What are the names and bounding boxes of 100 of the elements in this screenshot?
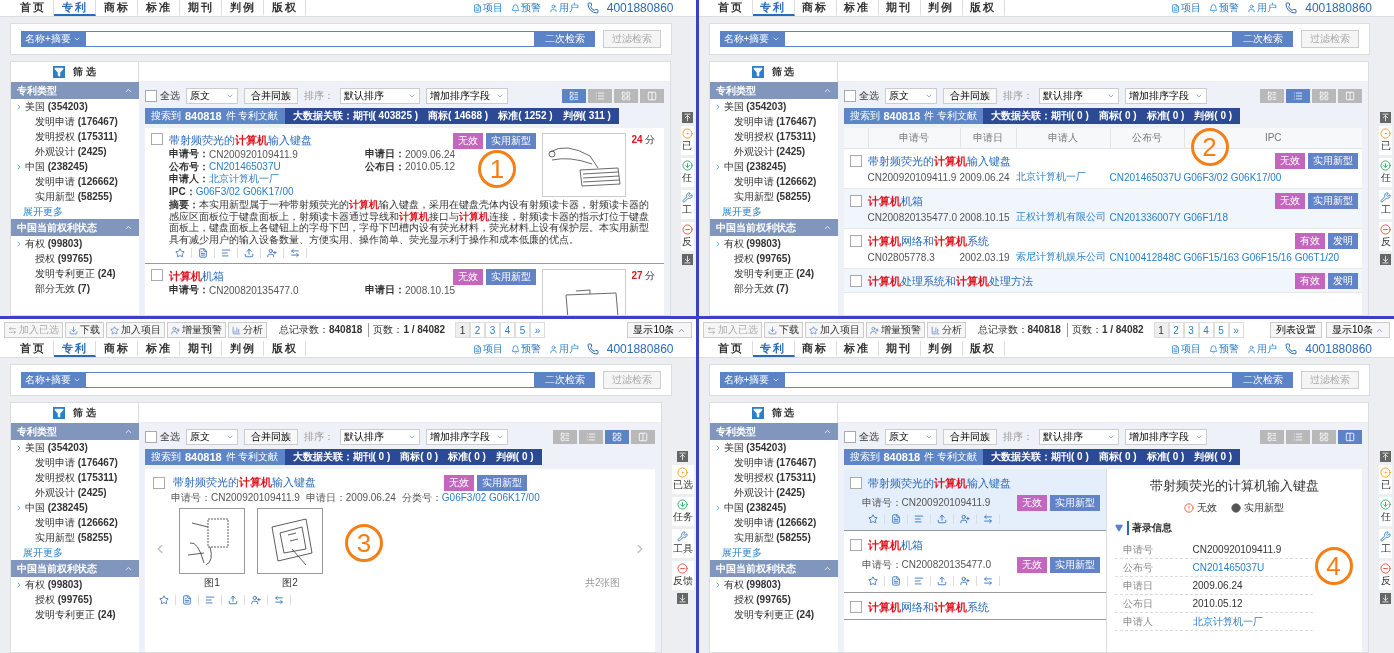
- sort-select[interactable]: 默认排序: [1038, 429, 1119, 445]
- side-tab[interactable]: 工: [1379, 529, 1392, 558]
- settings-button[interactable]: 列表设置: [1269, 322, 1322, 338]
- filter-item[interactable]: 有权 (99803): [25, 577, 83, 592]
- table-link[interactable]: 正权计算机有限公司: [1015, 210, 1106, 224]
- side-tab[interactable]: 任: [680, 158, 694, 187]
- filter-item[interactable]: 实用新型 (58255): [733, 530, 811, 545]
- checkbox[interactable]: [843, 431, 856, 443]
- document-icon[interactable]: [182, 595, 192, 605]
- bottom-icon[interactable]: [1381, 594, 1390, 603]
- more-link[interactable]: 展开更多: [11, 204, 139, 219]
- table-link[interactable]: CN100412848C: [1109, 251, 1182, 263]
- filter-item[interactable]: 实用新型 (58255): [35, 530, 113, 545]
- table-link[interactable]: G06F15/163 G06F15/16 G06T1/20: [1183, 251, 1340, 263]
- filter-item[interactable]: 美国 (354203): [723, 440, 787, 455]
- filter-item[interactable]: 部分无效 (7): [35, 281, 90, 296]
- person-icon[interactable]: [251, 595, 261, 605]
- page-button[interactable]: 4: [500, 322, 516, 338]
- person-icon[interactable]: [959, 576, 970, 586]
- view-toggle[interactable]: [1260, 89, 1284, 103]
- merge-button[interactable]: 合并同族: [942, 88, 997, 104]
- add-sort-select[interactable]: 增加排序字段: [1124, 429, 1207, 445]
- filter-item[interactable]: 授权 (99765): [733, 592, 791, 607]
- side-tab[interactable]: 任务: [671, 497, 694, 526]
- star-icon[interactable]: [867, 576, 878, 586]
- toolbar-button[interactable]: 增量预警: [865, 322, 925, 338]
- filter-item[interactable]: 外观设计 (2425): [35, 485, 107, 500]
- filter-item[interactable]: 发明申请 (176467): [35, 455, 118, 470]
- source-select[interactable]: 原文: [884, 429, 937, 445]
- related-link[interactable]: 商标( 0 ): [1098, 450, 1137, 464]
- star-icon[interactable]: [867, 514, 878, 524]
- toolbar-button[interactable]: 分析: [228, 322, 267, 338]
- nav-link[interactable]: 用户: [1247, 1, 1278, 15]
- checkbox[interactable]: [153, 476, 165, 489]
- filter-item[interactable]: 发明申请 (176467): [733, 455, 817, 470]
- bottom-icon[interactable]: [682, 255, 692, 264]
- checkbox[interactable]: [849, 195, 862, 207]
- field-select[interactable]: 名称+摘要: [719, 31, 784, 47]
- nav-link[interactable]: 预警: [1209, 1, 1240, 15]
- result-title[interactable]: 计算机机箱: [169, 269, 224, 284]
- collapse-icon[interactable]: [1114, 524, 1123, 532]
- nav-tab[interactable]: 专利: [54, 341, 96, 357]
- side-tab[interactable]: 工: [680, 190, 694, 219]
- result-title[interactable]: 计算机处理系统和计算机处理方法: [867, 273, 1033, 289]
- filter-item[interactable]: 发明授权 (175311): [35, 129, 118, 144]
- related-link[interactable]: 商标( 0 ): [1098, 109, 1137, 123]
- checkbox[interactable]: [849, 539, 862, 551]
- filter-item[interactable]: 发明专利更正 (24): [733, 266, 815, 281]
- nav-link[interactable]: 项目: [1171, 342, 1202, 356]
- view-toggle[interactable]: [1338, 430, 1362, 444]
- nav-tab[interactable]: 专利: [752, 341, 795, 357]
- checkbox[interactable]: [151, 269, 163, 281]
- checkbox[interactable]: [843, 90, 856, 102]
- result-title[interactable]: 带射频荧光的计算机输入键盘: [169, 133, 312, 148]
- swap-icon[interactable]: [290, 248, 300, 258]
- add-sort-select[interactable]: 增加排序字段: [426, 429, 508, 445]
- side-tab[interactable]: 已选: [671, 465, 694, 494]
- add-sort-select[interactable]: 增加排序字段: [1124, 88, 1207, 104]
- related-link[interactable]: 判例( 0 ): [495, 450, 534, 464]
- result-title[interactable]: 计算机机箱: [867, 193, 923, 209]
- list-icon[interactable]: [913, 576, 924, 586]
- result-title[interactable]: 计算机网络和计算机系统: [867, 233, 989, 249]
- bottom-icon[interactable]: [1381, 255, 1390, 264]
- result-item[interactable]: 带射频荧光的计算机输入键盘 申请号：CN200920109411.9 无效 实用新型: [843, 469, 1106, 531]
- filter-item[interactable]: 有权 (99803): [723, 236, 781, 251]
- side-tab[interactable]: 已: [1379, 465, 1392, 494]
- search-field[interactable]: [783, 31, 1233, 47]
- swap-icon[interactable]: [982, 514, 993, 524]
- side-tab[interactable]: 任: [1379, 497, 1392, 526]
- side-tab[interactable]: 反: [1379, 561, 1392, 590]
- nav-link[interactable]: 用户: [1247, 342, 1278, 356]
- page-button[interactable]: 3: [485, 322, 501, 338]
- nav-tab[interactable]: 专利: [752, 0, 795, 16]
- sort-select[interactable]: 默认排序: [340, 88, 420, 104]
- filter-item[interactable]: 有权 (99803): [25, 236, 83, 251]
- related-link[interactable]: 判例( 311 ): [562, 109, 611, 123]
- bottom-icon[interactable]: [678, 594, 687, 603]
- source-select[interactable]: 原文: [186, 429, 238, 445]
- filter-item[interactable]: 有权 (99803): [723, 577, 781, 592]
- related-link[interactable]: 判例( 0 ): [1194, 109, 1233, 123]
- merge-button[interactable]: 合并同族: [942, 429, 997, 445]
- field-link[interactable]: 北京计算机一厂: [209, 172, 279, 187]
- view-toggle[interactable]: [578, 430, 603, 444]
- filter-item[interactable]: 发明申请 (126662): [733, 515, 817, 530]
- filter-item[interactable]: 授权 (99765): [733, 251, 791, 266]
- list-icon[interactable]: [205, 595, 215, 605]
- checkbox[interactable]: [849, 477, 862, 489]
- filter-item[interactable]: 外观设计 (2425): [35, 144, 107, 159]
- filter-item[interactable]: 中国 (238245): [25, 159, 88, 174]
- related-link[interactable]: 标准( 0 ): [1146, 450, 1185, 464]
- result-title[interactable]: 计算机网络和计算机系统: [867, 599, 989, 615]
- side-tab[interactable]: 工: [1379, 190, 1392, 219]
- sort-select[interactable]: 默认排序: [1038, 88, 1119, 104]
- related-link[interactable]: 商标( 14688 ): [428, 109, 489, 123]
- filter-item[interactable]: 外观设计 (2425): [733, 485, 806, 500]
- filter-item[interactable]: 部分无效 (7): [733, 281, 789, 296]
- filter-item[interactable]: 外观设计 (2425): [733, 144, 806, 159]
- document-icon[interactable]: [890, 576, 901, 586]
- upload-icon[interactable]: [936, 576, 947, 586]
- merge-button[interactable]: 合并同族: [244, 88, 298, 104]
